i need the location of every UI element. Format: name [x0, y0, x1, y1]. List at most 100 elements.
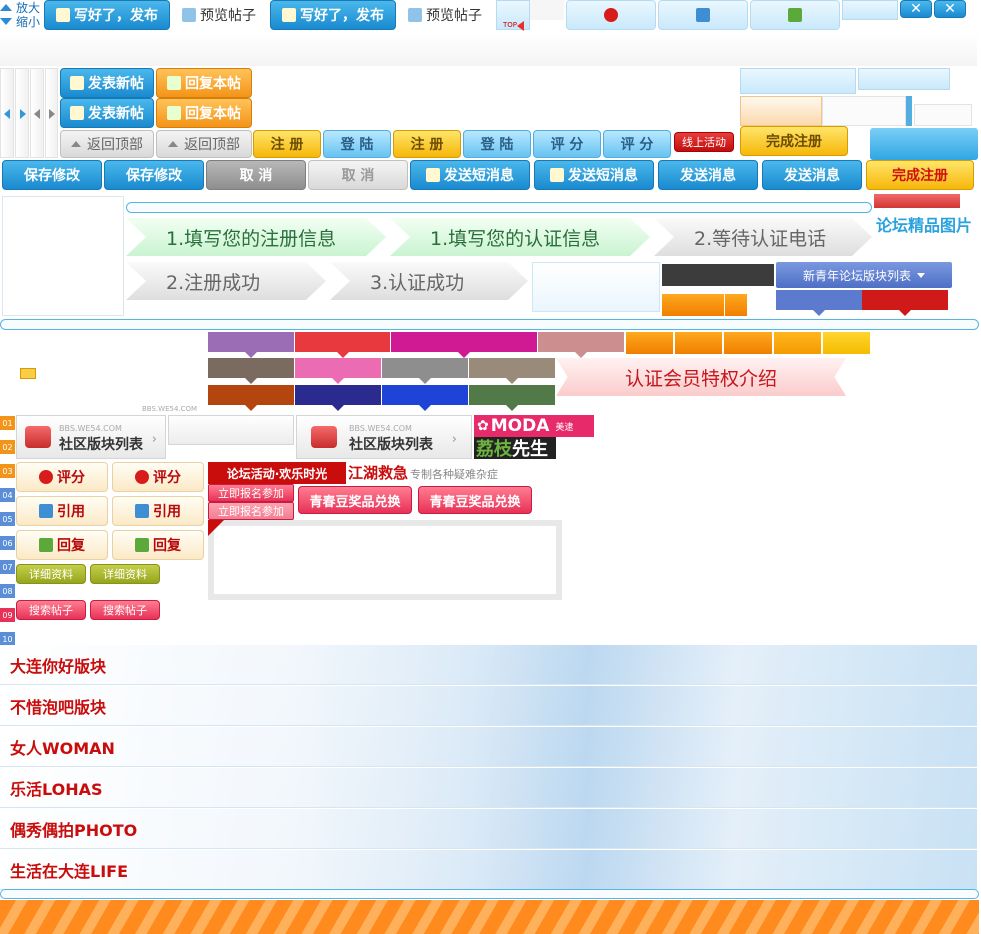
search-posts-button[interactable]: 搜索帖子 [90, 600, 160, 620]
divider-pill [0, 889, 979, 899]
triangle-up-icon [0, 3, 12, 11]
num-badge: 08 [0, 584, 15, 598]
image-icon [408, 8, 422, 22]
quote-button[interactable]: 引用 [112, 496, 204, 526]
community-list-button[interactable]: BBS.WE54.COM 社区版块列表 › [16, 415, 166, 459]
rate-button[interactable]: 评 分 [603, 130, 671, 158]
close-icon[interactable]: ✕ [934, 0, 966, 18]
finish-register-label: 完成注册 [766, 134, 822, 150]
save-changes-button[interactable]: 保存修改 [2, 160, 102, 190]
exchange-button[interactable]: 青春豆奖品兑换 [418, 486, 532, 514]
close-icon[interactable]: ✕ [900, 0, 932, 18]
search-posts-button[interactable]: 搜索帖子 [16, 600, 86, 620]
send-msg-button[interactable]: 发送消息 [658, 160, 758, 190]
reply-icon-button[interactable] [750, 0, 840, 30]
send-sms-button[interactable]: 发送短消息 [410, 160, 530, 190]
finish-register-button[interactable]: 完成注册 [866, 160, 974, 190]
new-thread-button[interactable]: 发表新帖 [60, 98, 154, 128]
forum-name: 乐活LOHAS [10, 779, 103, 799]
back-top-button[interactable]: 返回顶部 [60, 130, 154, 158]
scroll-left-arrow[interactable] [0, 68, 14, 158]
left-blank-box [2, 196, 124, 316]
signup-button[interactable]: 立即报名参加 [208, 484, 294, 502]
forum-row[interactable]: 女人WOMAN [0, 727, 977, 767]
publish-button-1[interactable]: 写好了，发布 [44, 0, 170, 30]
toolbar-blank [842, 0, 898, 20]
forum-row[interactable]: 生活在大连LIFE [0, 850, 977, 890]
scroll-arrows [0, 68, 58, 158]
send-sms-label: 发送短消息 [444, 168, 514, 184]
forum-name: 大连你好版块 [10, 656, 107, 676]
blank-tab [870, 128, 978, 160]
register-button[interactable]: 注 册 [393, 130, 461, 158]
preview-label: 预览帖子 [426, 8, 482, 24]
toolbar-spacer [530, 0, 564, 20]
send-sms-button[interactable]: 发送短消息 [534, 160, 654, 190]
forum-row[interactable]: 大连你好版块 [0, 645, 977, 685]
publish-button-2[interactable]: 写好了，发布 [270, 0, 396, 30]
side-title: 论坛精品图片 [876, 216, 973, 235]
mail-icon [426, 168, 440, 182]
rate-button[interactable]: 评 分 [533, 130, 601, 158]
login-button[interactable]: 登 陆 [323, 130, 391, 158]
finish-register-button[interactable]: 完成注册 [740, 126, 848, 156]
corner-tag [208, 520, 224, 536]
image-icon [182, 8, 196, 22]
forum-list-dropdown[interactable]: 新青年论坛版块列表 [776, 262, 952, 288]
detail-button[interactable]: 详细资料 [16, 564, 86, 584]
mail-icon [550, 168, 564, 182]
exchange-button[interactable]: 青春豆奖品兑换 [298, 486, 412, 514]
blank-tab [858, 68, 950, 90]
signup-button[interactable]: 立即报名参加 [208, 502, 294, 520]
back-top-button[interactable]: 返回顶部 [156, 130, 252, 158]
forum-row[interactable]: 乐活LOHAS [0, 768, 977, 808]
publish-label: 写好了，发布 [74, 8, 158, 24]
login-label: 登 陆 [480, 137, 514, 153]
register-button[interactable]: 注 册 [253, 130, 321, 158]
color-tab [295, 332, 390, 358]
flower-icon: ✿ [477, 418, 489, 434]
lizhi-logo: 荔枝 先生 [474, 437, 556, 460]
scroll-right-arrow[interactable] [45, 68, 58, 158]
cancel-button[interactable]: 取 消 [308, 160, 408, 190]
forum-row[interactable]: 偶秀偶拍PHOTO [0, 809, 977, 849]
quote-icon-button[interactable] [658, 0, 748, 30]
rate-button[interactable]: 评分 [112, 462, 204, 492]
watermark: BBS.WE54.COM [349, 424, 412, 433]
scroll-left-arrow[interactable] [30, 68, 44, 158]
reply-button[interactable]: 回复 [112, 530, 204, 560]
reply-thread-button[interactable]: 回复本帖 [156, 68, 252, 98]
reply-button[interactable]: 回复 [16, 530, 108, 560]
back-top-label: 返回顶部 [184, 137, 240, 153]
scroll-right-arrow[interactable] [15, 68, 29, 158]
forum-row[interactable]: 不惜泡吧版块 [0, 686, 977, 726]
reply-thread-button[interactable]: 回复本帖 [156, 98, 252, 128]
register-label: 注 册 [410, 137, 444, 153]
preview-button-1[interactable]: 预览帖子 [172, 0, 266, 30]
chevron-right-icon: › [451, 432, 457, 447]
step-fill-register: 1.填写您的注册信息 [126, 218, 386, 256]
online-activity-button[interactable]: 线上活动 [674, 132, 734, 152]
award-icon [604, 8, 618, 22]
cancel-button[interactable]: 取 消 [206, 160, 306, 190]
exchange-label: 青春豆奖品兑换 [309, 494, 401, 510]
zoom-out-button[interactable]: 缩小 [0, 14, 40, 29]
save-changes-button[interactable]: 保存修改 [104, 160, 204, 190]
reply-thread-label: 回复本帖 [185, 106, 241, 122]
rate-button[interactable]: 评分 [16, 462, 108, 492]
top-link[interactable]: TOP [496, 0, 530, 31]
community-list-button[interactable]: BBS.WE54.COM 社区版块列表 › [296, 415, 472, 459]
color-tab [391, 332, 537, 358]
detail-button[interactable]: 详细资料 [90, 564, 160, 584]
step-label: 1.填写您的注册信息 [166, 227, 337, 250]
send-msg-button[interactable]: 发送消息 [762, 160, 862, 190]
preview-button-2[interactable]: 预览帖子 [398, 0, 492, 30]
rate-icon-button[interactable] [566, 0, 656, 30]
award-icon [39, 470, 53, 484]
login-button[interactable]: 登 陆 [463, 130, 531, 158]
triangle-down-icon [0, 17, 12, 25]
new-thread-button[interactable]: 发表新帖 [60, 68, 154, 98]
community-list-label: 社区版块列表 [349, 437, 433, 453]
blank-tab [906, 96, 912, 126]
quote-button[interactable]: 引用 [16, 496, 108, 526]
